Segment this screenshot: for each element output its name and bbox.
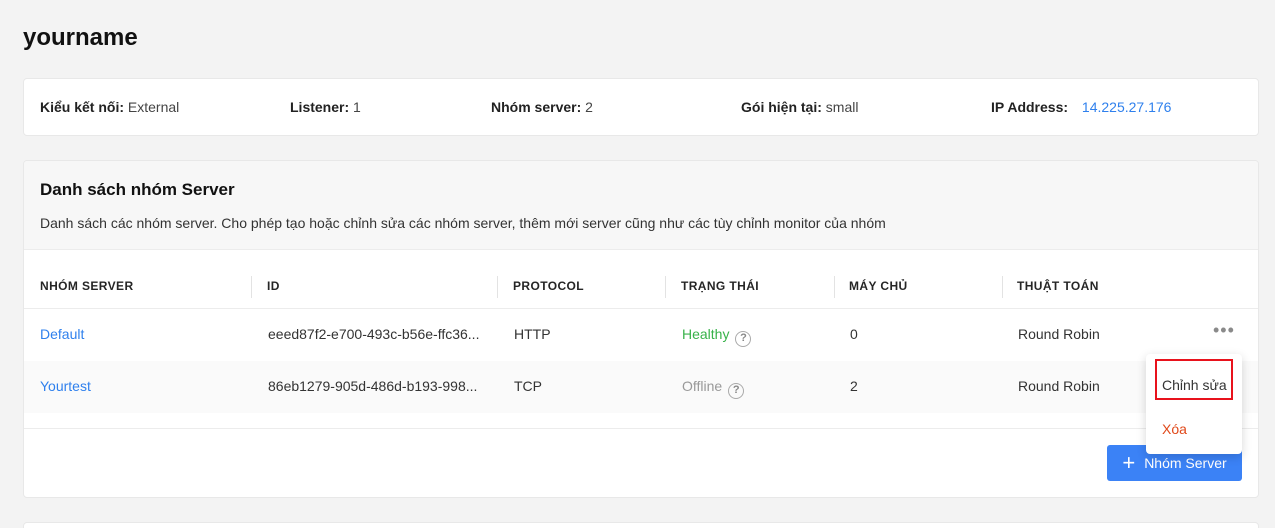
group-algorithm: Round Robin (1018, 378, 1100, 394)
info-label: Listener: (290, 99, 350, 115)
info-label: Gói hiện tại: (741, 99, 822, 115)
page-title: yourname (23, 24, 138, 51)
plus-icon: + (1122, 450, 1136, 475)
card-header: Danh sách nhóm Server Danh sách các nhóm… (24, 161, 1258, 250)
next-card (23, 522, 1259, 528)
info-server-group: Nhóm server: 2 (491, 99, 593, 115)
info-listener: Listener: 1 (290, 99, 361, 115)
help-icon[interactable]: ? (728, 383, 745, 399)
info-current-plan: Gói hiện tại: small (741, 99, 858, 115)
info-label: IP Address: (991, 99, 1069, 115)
table-row: Default eeed87f2-e700-493c-b56e-ffc36...… (24, 309, 1258, 361)
info-value: small (825, 99, 859, 115)
group-status: Offline? (682, 378, 745, 399)
info-value: 2 (585, 99, 593, 115)
column-divider (497, 276, 498, 298)
group-algorithm: Round Robin (1018, 326, 1100, 342)
column-header[interactable]: NHÓM SERVER (40, 279, 134, 293)
divider (24, 428, 1258, 429)
info-connection-type: Kiểu kết nối: External (40, 99, 179, 115)
section-description: Danh sách các nhóm server. Cho phép tạo … (40, 215, 886, 231)
group-server-count: 0 (850, 326, 858, 342)
help-icon[interactable]: ? (735, 331, 752, 347)
column-header[interactable]: THUẬT TOÁN (1017, 279, 1099, 293)
group-id: 86eb1279-905d-486d-b193-998... (268, 378, 478, 394)
group-status: Healthy? (682, 326, 752, 347)
column-header[interactable]: MÁY CHỦ (849, 279, 908, 293)
info-label: Nhóm server: (491, 99, 582, 115)
section-title: Danh sách nhóm Server (40, 180, 235, 199)
highlight-box (1155, 359, 1233, 400)
info-card: Kiểu kết nối: External Listener: 1 Nhóm … (23, 78, 1259, 136)
column-divider (1002, 276, 1003, 298)
status-text: Offline (682, 378, 723, 394)
ip-address-link[interactable]: 14.225.27.176 (1082, 99, 1172, 115)
info-ip-address: IP Address: 14.225.27.176 (991, 99, 1171, 115)
info-value: External (127, 99, 180, 115)
group-protocol: HTTP (514, 326, 551, 342)
group-server-count: 2 (850, 378, 858, 394)
group-name-link[interactable]: Default (40, 326, 84, 342)
more-actions-icon[interactable]: ••• (1213, 320, 1235, 341)
table-row: Yourtest 86eb1279-905d-486d-b193-998... … (24, 361, 1258, 413)
add-button-label: Nhóm Server (1144, 455, 1227, 471)
column-divider (251, 276, 252, 298)
table-header: NHÓM SERVER ID PROTOCOL TRẠNG THÁI MÁY C… (24, 250, 1258, 309)
column-divider (834, 276, 835, 298)
column-header[interactable]: TRẠNG THÁI (681, 279, 759, 293)
column-header[interactable]: PROTOCOL (513, 279, 584, 293)
group-protocol: TCP (514, 378, 542, 394)
column-header[interactable]: ID (267, 279, 280, 293)
group-id: eeed87f2-e700-493c-b56e-ffc36... (268, 326, 480, 342)
server-group-card: Danh sách nhóm Server Danh sách các nhóm… (23, 160, 1259, 498)
info-label: Kiểu kết nối: (40, 99, 125, 115)
status-text: Healthy (682, 326, 730, 342)
info-value: 1 (353, 99, 361, 115)
column-divider (665, 276, 666, 298)
group-name-link[interactable]: Yourtest (40, 378, 91, 394)
menu-item-delete[interactable]: Xóa (1162, 421, 1187, 437)
